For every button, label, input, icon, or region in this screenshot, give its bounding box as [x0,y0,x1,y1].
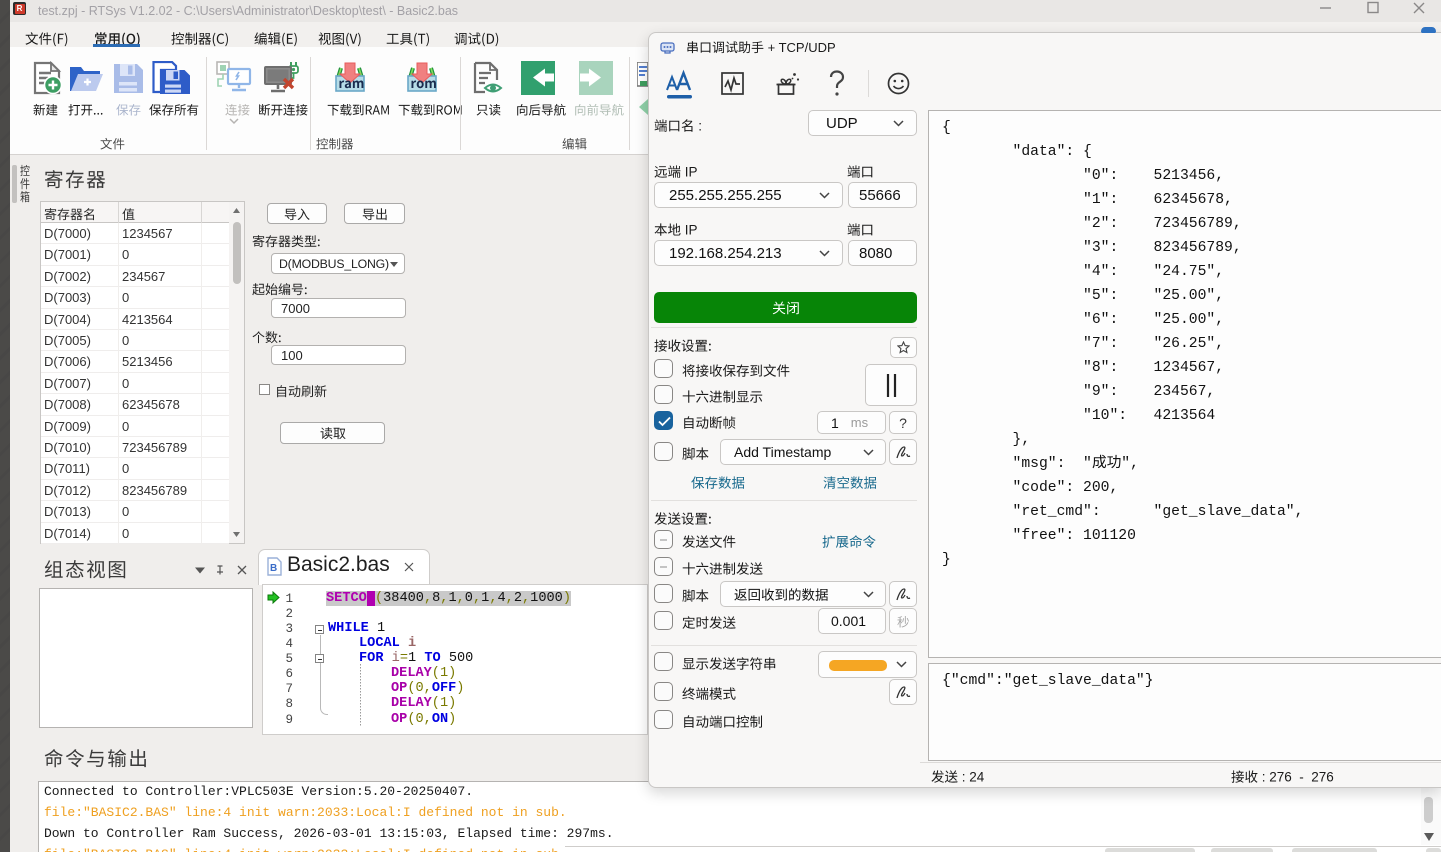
svg-text:B: B [270,563,277,574]
